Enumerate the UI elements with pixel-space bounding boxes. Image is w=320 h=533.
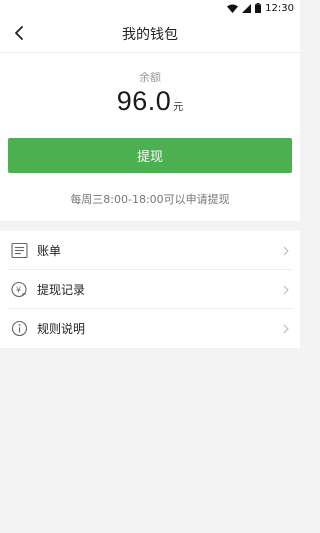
svg-text:¥: ¥ xyxy=(16,286,21,295)
nav-bar: 我的钱包 xyxy=(0,16,300,53)
menu-item-rules[interactable]: 规则说明 xyxy=(0,309,300,348)
page-title: 我的钱包 xyxy=(122,27,178,43)
balance-unit: 元 xyxy=(173,102,184,113)
signal-icon xyxy=(242,3,252,13)
back-arrow-icon xyxy=(14,25,24,44)
menu-item-label: 账单 xyxy=(37,244,62,258)
status-time: 12:30 xyxy=(265,2,294,14)
battery-icon xyxy=(255,3,262,13)
chevron-right-icon xyxy=(283,285,289,295)
withdraw-hint: 每周三8:00-18:00可以申请提现 xyxy=(70,193,230,206)
chevron-right-icon xyxy=(283,324,289,334)
back-button[interactable] xyxy=(8,22,30,46)
status-bar: 12:30 xyxy=(0,0,300,16)
balance-card: 余额 96.0 元 提现 每周三8:00-18:00可以申请提现 xyxy=(0,53,300,221)
wifi-icon xyxy=(227,4,239,13)
withdraw-record-icon: ¥ xyxy=(10,281,28,299)
info-icon xyxy=(10,320,28,338)
balance-label: 余额 xyxy=(139,71,161,84)
bill-icon xyxy=(10,242,28,260)
balance-amount: 96.0 元 xyxy=(0,86,300,117)
withdraw-button[interactable]: 提现 xyxy=(8,138,292,173)
menu-list: 账单 ¥ 提现记录 规则说明 xyxy=(0,231,300,348)
menu-item-withdraw-record[interactable]: ¥ 提现记录 xyxy=(0,270,300,309)
balance-value: 96.0 xyxy=(116,86,172,116)
chevron-right-icon xyxy=(283,246,289,256)
menu-item-label: 提现记录 xyxy=(37,283,86,297)
menu-item-label: 规则说明 xyxy=(37,322,86,336)
menu-item-bill[interactable]: 账单 xyxy=(0,231,300,270)
